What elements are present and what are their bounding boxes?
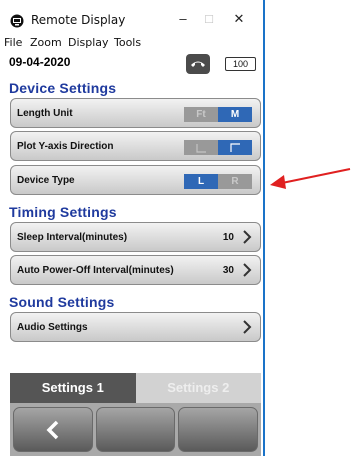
sleep-interval-row[interactable]: Sleep Interval(minutes) 10	[10, 222, 261, 252]
nav-button-2[interactable]	[95, 407, 176, 452]
axis-up-icon	[230, 142, 240, 152]
length-unit-row: Length Unit Ft M	[10, 98, 261, 128]
option-ft[interactable]: Ft	[184, 107, 218, 122]
maximize-button[interactable]: □	[195, 9, 223, 29]
sleep-interval-value: 10	[222, 232, 234, 243]
remote-display-window: Remote Display – □ ✕ File Zoom Display T…	[0, 0, 265, 456]
chevron-right-icon	[243, 263, 252, 277]
sound-settings-heading: Sound Settings	[9, 294, 115, 310]
nav-button-3[interactable]	[178, 407, 259, 452]
menu-file[interactable]: File	[4, 36, 22, 49]
chevron-right-icon	[243, 230, 252, 244]
minimize-button[interactable]: –	[169, 9, 197, 29]
app-icon	[10, 14, 24, 28]
timing-settings-heading: Timing Settings	[9, 204, 117, 220]
menu-tools[interactable]: Tools	[114, 36, 141, 49]
option-m[interactable]: M	[218, 107, 252, 122]
battery-indicator: 100	[225, 57, 256, 71]
length-unit-label: Length Unit	[17, 108, 73, 119]
auto-power-off-row[interactable]: Auto Power-Off Interval(minutes) 30	[10, 255, 261, 285]
option-l[interactable]: L	[184, 174, 218, 189]
tab-settings-2[interactable]: Settings 2	[135, 373, 261, 403]
title-bar: Remote Display – □ ✕	[0, 0, 263, 33]
device-type-label: Device Type	[17, 175, 75, 186]
tab-settings-1[interactable]: Settings 1	[10, 373, 136, 403]
plot-y-direction-row: Plot Y-axis Direction	[10, 131, 261, 161]
window-title: Remote Display	[31, 13, 126, 27]
audio-settings-row[interactable]: Audio Settings	[10, 312, 261, 342]
y-axis-up-option[interactable]	[218, 140, 252, 155]
plot-y-direction-toggle	[184, 140, 252, 155]
back-arrow-icon	[46, 420, 59, 439]
length-unit-toggle: Ft M	[184, 107, 252, 122]
bottom-nav-bar	[10, 403, 261, 456]
hangup-button[interactable]	[186, 54, 210, 74]
menu-display[interactable]: Display	[68, 36, 109, 49]
chevron-right-icon	[243, 320, 252, 334]
y-axis-down-option[interactable]	[184, 140, 218, 155]
close-button[interactable]: ✕	[225, 9, 253, 29]
auto-power-off-label: Auto Power-Off Interval(minutes)	[17, 265, 174, 276]
sleep-interval-label: Sleep Interval(minutes)	[17, 232, 128, 243]
axis-down-icon	[196, 143, 206, 153]
back-button[interactable]	[13, 407, 93, 452]
auto-power-off-value: 30	[222, 265, 234, 276]
menu-zoom[interactable]: Zoom	[30, 36, 62, 49]
annotation-arrow-icon	[270, 168, 351, 189]
plot-y-direction-label: Plot Y-axis Direction	[17, 141, 114, 152]
date-label: 09-04-2020	[9, 55, 71, 69]
settings-tabs: Settings 1 Settings 2	[10, 373, 261, 403]
device-type-toggle: L R	[184, 174, 252, 189]
phone-icon	[191, 61, 205, 67]
device-settings-heading: Device Settings	[9, 80, 117, 96]
device-type-row: Device Type L R	[10, 165, 261, 195]
option-r[interactable]: R	[218, 174, 252, 189]
audio-settings-label: Audio Settings	[17, 322, 88, 333]
